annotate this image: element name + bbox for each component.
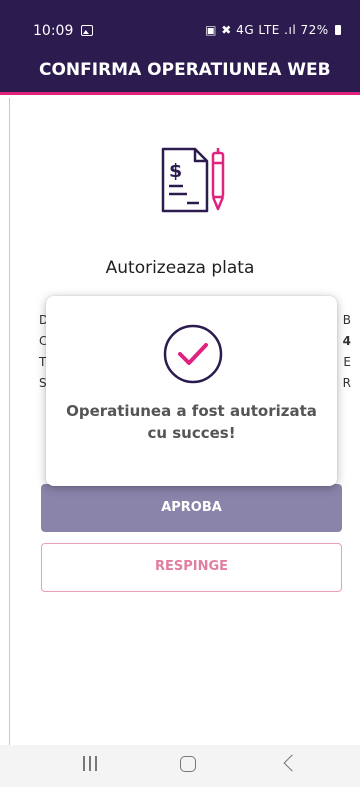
battery-level: 72% (300, 23, 329, 37)
recents-icon[interactable] (82, 756, 97, 771)
signal-icon: ▣ ✖ 4G LTE .ıl (205, 23, 297, 37)
status-time: 10:09 (33, 23, 74, 39)
detail-value: E (343, 355, 351, 369)
image-notification-icon (81, 25, 93, 36)
reject-button[interactable]: RESPINGE (41, 543, 342, 592)
status-indicators: ▣ ✖ 4G LTE .ıl 72% (205, 23, 341, 37)
status-bar: 10:09 ▣ ✖ 4G LTE .ıl 72% (0, 0, 360, 52)
checkmark-circle-icon (163, 324, 223, 384)
detail-value: B (342, 313, 351, 327)
detail-value: R (342, 376, 351, 390)
success-message: Operatiunea a fost autorizata cu succes! (56, 400, 327, 444)
document-sign-icon: $ (161, 147, 225, 213)
success-dialog: Operatiunea a fost autorizata cu succes! (46, 296, 337, 486)
page-title: CONFIRMA OPERATIUNEA WEB (39, 60, 331, 80)
approve-button[interactable]: APROBA (41, 484, 342, 532)
system-nav-bar (0, 745, 360, 787)
battery-icon (335, 25, 341, 35)
home-icon[interactable] (180, 756, 196, 772)
detail-value: 4 (342, 334, 351, 348)
screen-edge (9, 98, 10, 787)
success-message-line: cu succes! (147, 424, 236, 442)
app-bar: CONFIRMA OPERATIUNEA WEB (0, 52, 360, 95)
success-message-line: Operatiunea a fost autorizata (66, 402, 317, 420)
back-icon[interactable] (283, 754, 301, 772)
svg-text:$: $ (169, 160, 182, 182)
page-heading: Autorizeaza plata (105, 258, 255, 278)
